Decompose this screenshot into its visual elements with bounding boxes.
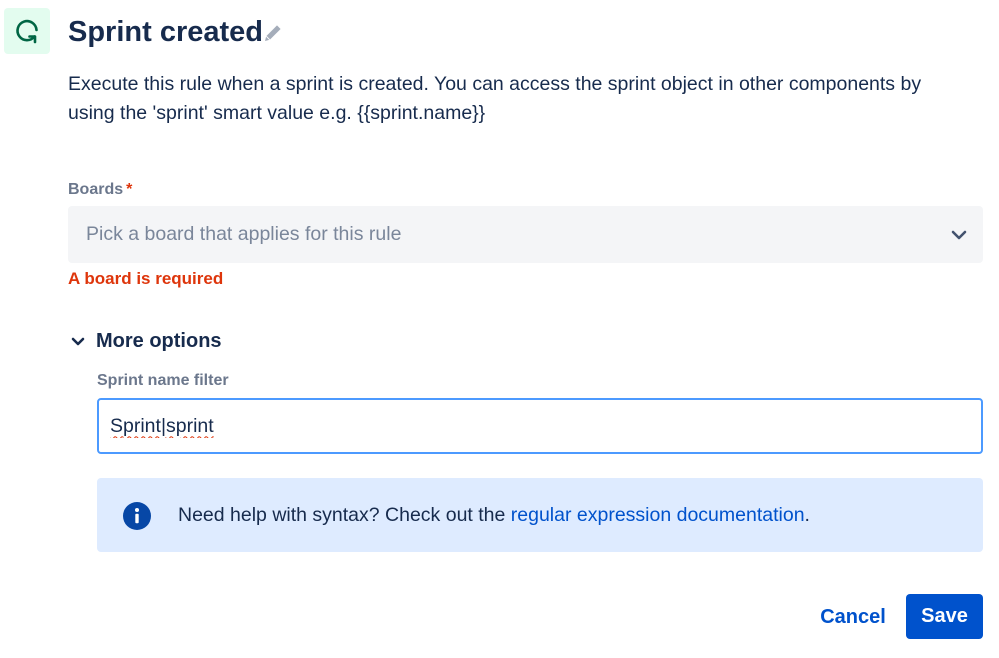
sprint-name-filter-label: Sprint name filter <box>97 372 229 389</box>
chevron-down-icon <box>71 337 85 346</box>
info-icon <box>123 502 151 530</box>
cancel-button[interactable]: Cancel <box>810 595 896 639</box>
more-options-toggle[interactable]: More options <box>68 328 222 354</box>
pencil-icon[interactable] <box>262 22 284 44</box>
boards-error-message: A board is required <box>68 269 224 288</box>
boards-select-placeholder: Pick a board that applies for this rule <box>86 223 402 245</box>
boards-select[interactable]: Pick a board that applies for this rule <box>68 206 983 263</box>
info-panel: Need help with syntax? Check out the reg… <box>97 478 983 552</box>
info-text-before: Need help with syntax? Check out the <box>178 504 511 526</box>
save-button[interactable]: Save <box>906 594 983 639</box>
boards-label: Boards * <box>68 181 132 199</box>
regex-documentation-link[interactable]: regular expression documentation <box>511 504 805 526</box>
info-text-after: . <box>804 504 810 526</box>
required-marker: * <box>126 181 133 198</box>
page-title: Sprint created <box>68 16 263 48</box>
rule-description: Execute this rule when a sprint is creat… <box>68 73 922 124</box>
chevron-down-icon <box>951 230 967 240</box>
sprint-cycle-icon <box>16 19 38 44</box>
trigger-icon-tile <box>4 8 50 54</box>
sprint-name-filter-input[interactable] <box>97 398 983 454</box>
info-message: Need help with syntax? Check out the reg… <box>178 504 810 527</box>
boards-label-text: Boards <box>68 181 124 198</box>
more-options-label: More options <box>96 329 222 352</box>
